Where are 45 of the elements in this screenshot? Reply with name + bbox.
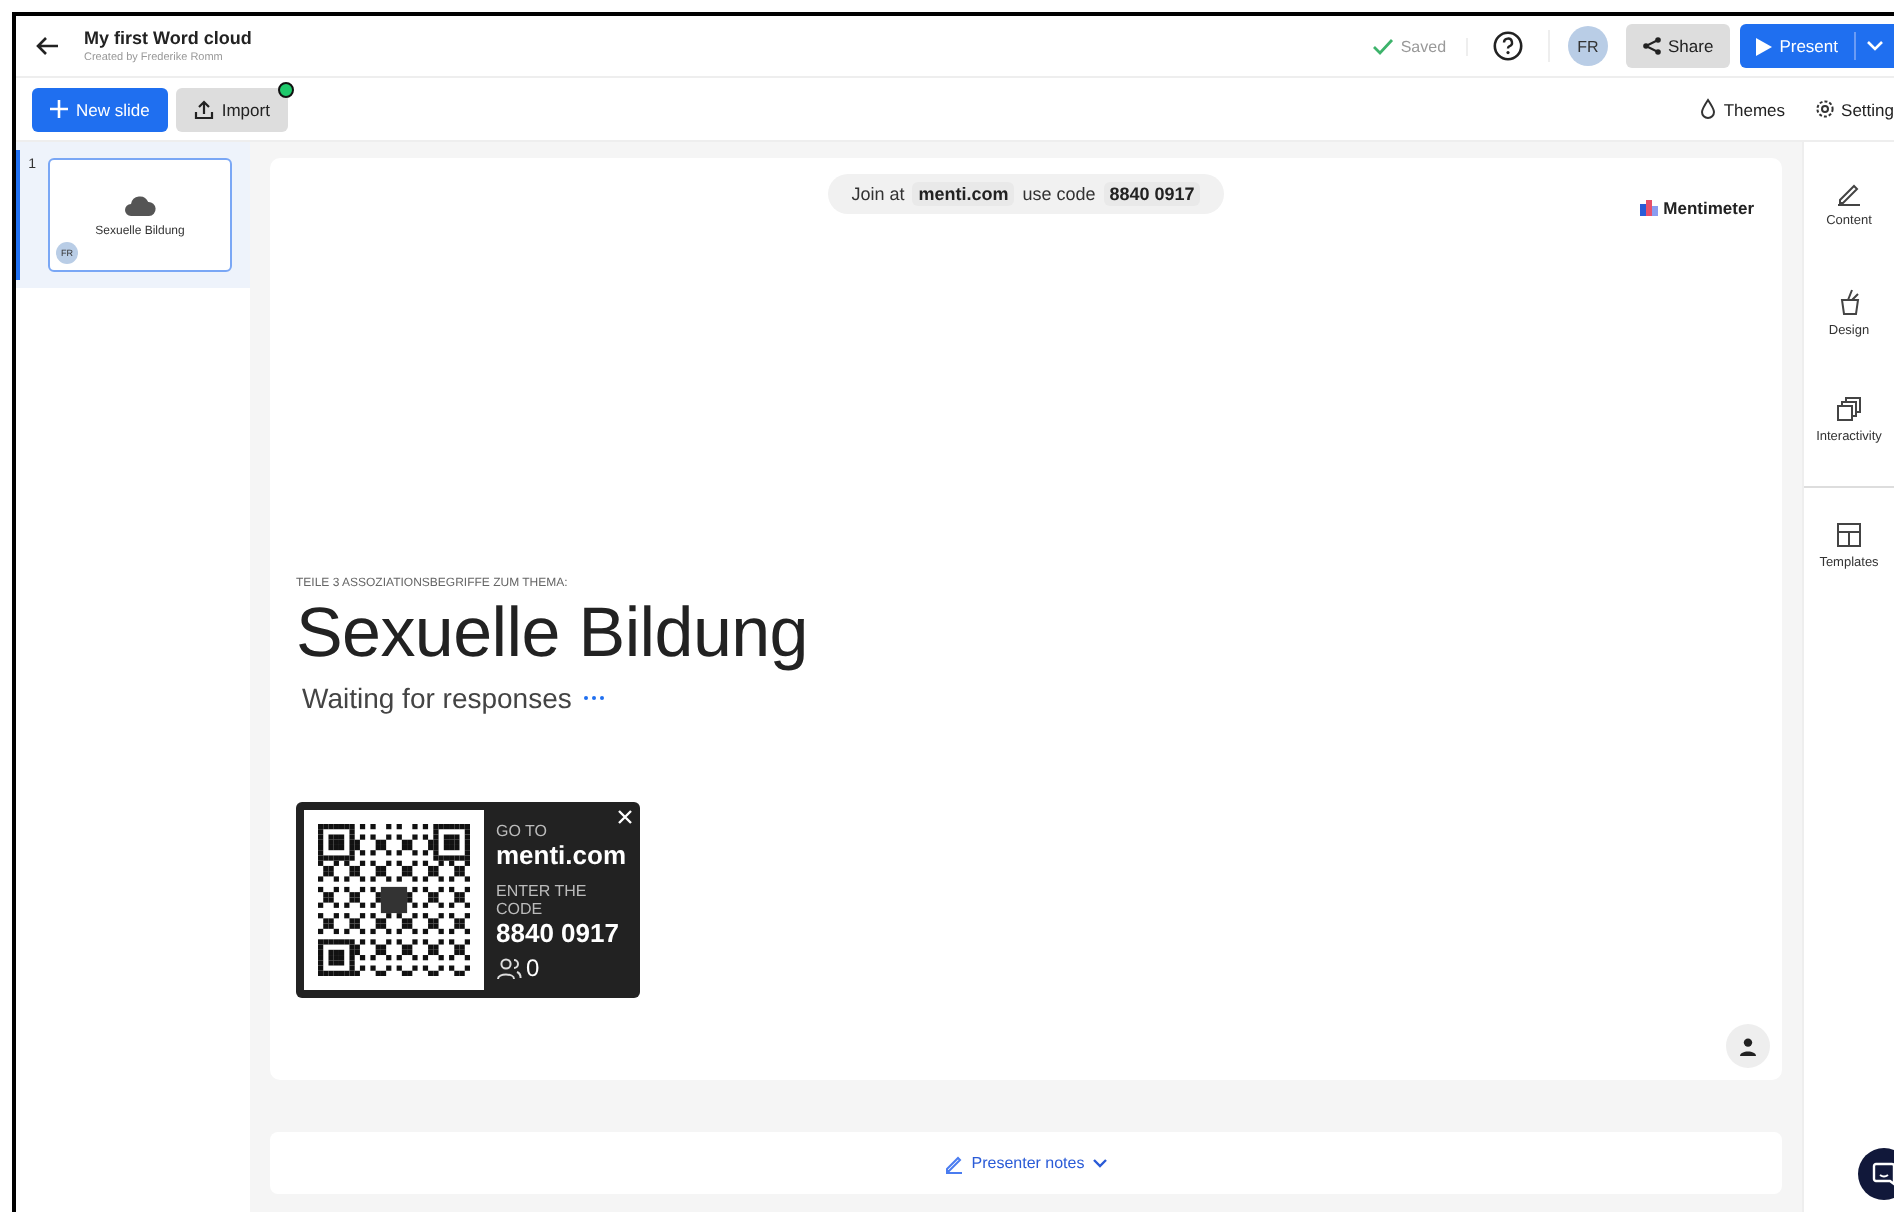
paint-cup-icon <box>1837 287 1861 315</box>
close-icon[interactable] <box>618 810 632 824</box>
word-cloud-icon <box>124 193 156 217</box>
play-icon <box>1755 37 1772 55</box>
qr-label: GO TO <box>496 822 549 840</box>
import-button[interactable]: Import <box>175 87 288 131</box>
chevron-icon <box>1092 1158 1109 1168</box>
themes-button[interactable]: Themes <box>1697 98 1786 120</box>
help-icon[interactable] <box>1492 30 1525 62</box>
logo-icon <box>1639 200 1658 216</box>
stacked-squares-icon <box>1836 396 1862 422</box>
grid-icon <box>1836 522 1862 548</box>
share-button[interactable]: Share <box>1626 24 1730 68</box>
document-title: My first Word cloud <box>84 28 254 48</box>
qr-label: ENTER THE CODE <box>496 882 589 918</box>
settings-icon <box>1813 98 1836 120</box>
new-slide-button[interactable]: New slide <box>32 87 168 131</box>
join-code: 8840 0917 <box>1103 182 1201 206</box>
user-avatar[interactable]: FR <box>1568 26 1609 66</box>
pencil-icon <box>943 1153 964 1173</box>
join-text: Join at <box>851 184 905 204</box>
join-text: use code <box>1022 184 1096 204</box>
participant-count: 0 <box>526 954 540 982</box>
slide-heading: Sexuelle Bildung <box>296 594 810 674</box>
caret-icon[interactable] <box>1866 40 1884 52</box>
people-icon <box>496 957 522 979</box>
present-button[interactable]: Present <box>1739 32 1856 60</box>
qr-code-text: 8840 0917 <box>496 918 621 948</box>
brand-name: Mentimeter <box>1663 198 1754 218</box>
settings-button[interactable]: Setting <box>1813 98 1894 120</box>
audience-button[interactable] <box>1726 1024 1770 1068</box>
droplet-icon <box>1697 98 1718 120</box>
plus-icon <box>50 100 68 118</box>
check-icon <box>1372 37 1395 55</box>
presenter-notes-button[interactable]: Presenter notes <box>931 1151 1121 1175</box>
pencil-icon <box>1836 180 1862 206</box>
saved-status: Saved <box>1400 37 1447 55</box>
status-text: Waiting for responses <box>302 682 572 714</box>
upload-icon <box>193 99 214 119</box>
person-icon <box>1740 1037 1756 1055</box>
join-url: menti.com <box>912 182 1015 206</box>
share-icon <box>1642 36 1663 56</box>
qr-url: menti.com <box>496 840 629 870</box>
back-arrow-icon[interactable] <box>36 34 60 58</box>
chat-icon <box>1872 1162 1894 1186</box>
